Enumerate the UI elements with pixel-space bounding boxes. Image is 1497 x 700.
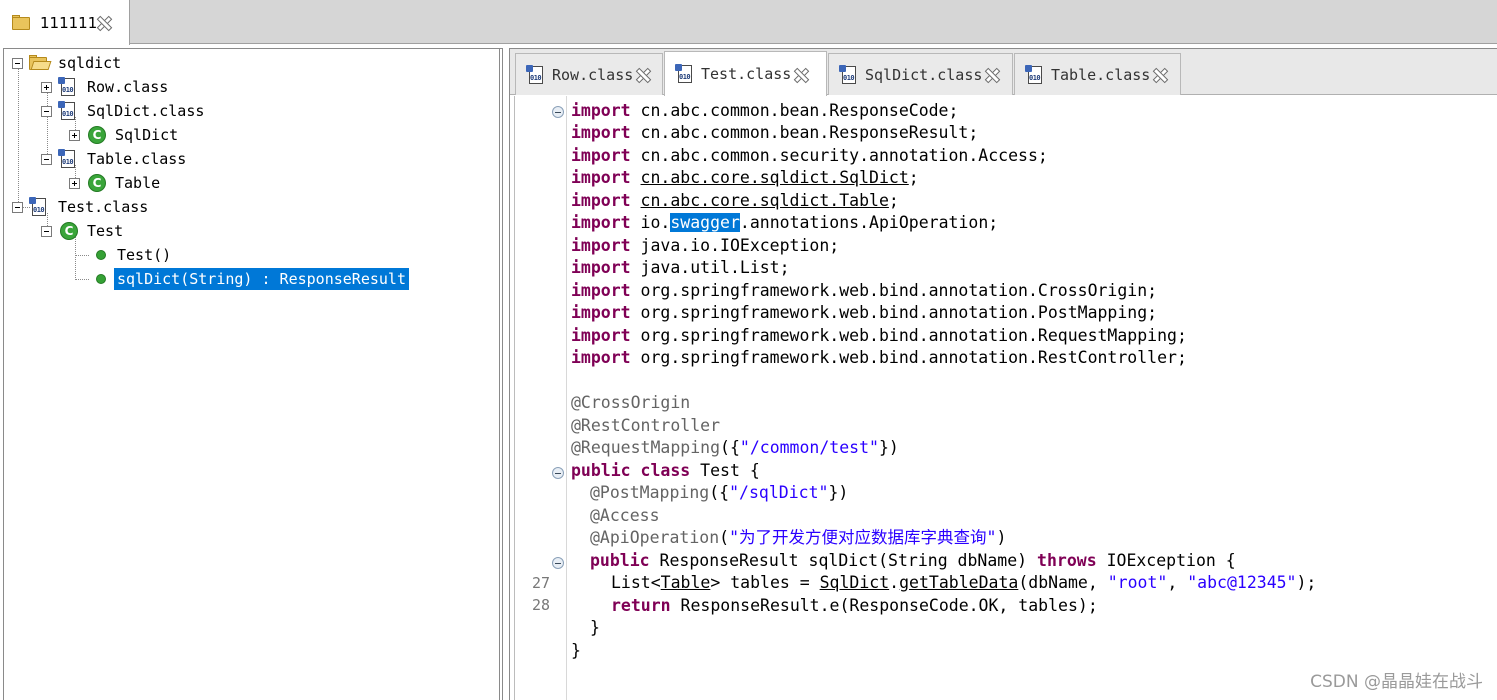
code-line: return ResponseResult.e(ResponseCode.OK,… bbox=[611, 596, 1098, 615]
code-line: } bbox=[571, 641, 581, 660]
class-file-icon: 010 bbox=[675, 64, 695, 84]
code-line: import cn.abc.common.security.annotation… bbox=[571, 146, 1048, 165]
collapse-icon[interactable] bbox=[41, 105, 52, 117]
tab-label: Test.class bbox=[701, 65, 792, 83]
tab-sqldict-class[interactable]: 010 SqlDict.class bbox=[828, 53, 1013, 95]
class-file-icon: 010 bbox=[1025, 64, 1045, 85]
code-line: public ResponseResult sqlDict(String dbN… bbox=[590, 551, 1236, 570]
code-line: import org.springframework.web.bind.anno… bbox=[571, 281, 1158, 300]
class-file-icon: 010 bbox=[29, 197, 49, 217]
code-line: @PostMapping({"/sqlDict"}) bbox=[590, 483, 849, 502]
class-icon: C bbox=[60, 222, 78, 240]
close-icon[interactable] bbox=[985, 68, 998, 81]
class-tree-panel: sqldict 010 Row.class 010 SqlDict.class … bbox=[3, 48, 503, 700]
collapse-icon[interactable] bbox=[41, 225, 52, 237]
close-icon[interactable] bbox=[794, 68, 807, 81]
tree-node-label: Table.class bbox=[87, 150, 187, 168]
tab-row-class[interactable]: 010 Row.class bbox=[515, 53, 663, 95]
code-line: import org.springframework.web.bind.anno… bbox=[571, 348, 1187, 367]
tab-test-class[interactable]: 010 Test.class bbox=[664, 51, 827, 96]
tree-node-sqldict-method[interactable]: sqlDict(String) : ResponseResult bbox=[92, 268, 409, 290]
code-line: } bbox=[590, 618, 600, 637]
tree-node-label: SqlDict.class bbox=[87, 102, 205, 120]
fold-icon[interactable] bbox=[552, 557, 564, 569]
close-icon[interactable] bbox=[636, 68, 649, 81]
code-line: @ApiOperation("为了开发方便对应数据库字典查询") bbox=[590, 528, 1007, 547]
class-icon: C bbox=[88, 174, 106, 192]
tab-111111[interactable]: 111111 bbox=[0, 0, 130, 45]
expand-icon[interactable] bbox=[69, 177, 80, 189]
expand-icon[interactable] bbox=[69, 129, 80, 141]
close-icon[interactable] bbox=[97, 16, 110, 29]
class-file-icon: 010 bbox=[839, 64, 859, 85]
open-folder-icon bbox=[29, 55, 52, 71]
tab-label: 111111 bbox=[40, 13, 98, 32]
tree-node-table-type[interactable]: C Table bbox=[69, 172, 163, 194]
collapse-icon[interactable] bbox=[12, 57, 23, 69]
code-line: import org.springframework.web.bind.anno… bbox=[571, 326, 1187, 345]
code-line: @RequestMapping({"/common/test"}) bbox=[571, 438, 899, 457]
code-line: import cn.abc.core.sqldict.SqlDict; bbox=[571, 168, 919, 187]
tree-node-table-class[interactable]: 010 Table.class bbox=[41, 148, 189, 170]
method-icon bbox=[96, 250, 106, 260]
folder-icon bbox=[12, 14, 32, 31]
code-line: import cn.abc.core.sqldict.Table; bbox=[571, 191, 899, 210]
code-line: public class Test { bbox=[571, 461, 760, 480]
code-line: import org.springframework.web.bind.anno… bbox=[571, 303, 1158, 322]
tree-node-label: Row.class bbox=[87, 78, 169, 96]
tree-node-label: Test() bbox=[117, 246, 172, 264]
class-file-icon: 010 bbox=[526, 64, 546, 85]
tree-node-constructor[interactable]: Test() bbox=[92, 244, 174, 266]
code-line: import cn.abc.common.bean.ResponseCode; bbox=[571, 101, 959, 120]
close-icon[interactable] bbox=[1153, 68, 1166, 81]
line-gutter: 27 28 bbox=[515, 96, 567, 700]
line-number: 28 bbox=[531, 596, 550, 614]
collapse-icon[interactable] bbox=[12, 201, 23, 213]
collapse-icon[interactable] bbox=[41, 153, 52, 165]
class-icon: C bbox=[88, 126, 106, 144]
tab-table-class[interactable]: 010 Table.class bbox=[1014, 53, 1181, 95]
tree-node-label: SqlDict bbox=[115, 126, 179, 144]
code-line: import io.swagger.annotations.ApiOperati… bbox=[571, 213, 999, 232]
tree-node-label: Table bbox=[115, 174, 161, 192]
tree-node-sqldict[interactable]: sqldict bbox=[12, 52, 124, 74]
fold-icon[interactable] bbox=[552, 106, 564, 118]
tree-node-test-type[interactable]: C Test bbox=[41, 220, 126, 242]
code-line: import java.util.List; bbox=[571, 258, 790, 277]
tree-node-sqldict-class[interactable]: 010 SqlDict.class bbox=[41, 100, 207, 122]
code-line: @CrossOrigin bbox=[571, 393, 691, 412]
expand-icon[interactable] bbox=[41, 81, 52, 93]
code-line: List<Table> tables = SqlDict.getTableDat… bbox=[611, 573, 1317, 592]
class-file-icon: 010 bbox=[58, 149, 78, 169]
method-icon bbox=[96, 274, 106, 284]
line-number: 27 bbox=[531, 574, 550, 592]
code-line: @RestController bbox=[571, 416, 721, 435]
code-line: import java.io.IOException; bbox=[571, 236, 840, 255]
tree-node-test-class[interactable]: 010 Test.class bbox=[12, 196, 151, 218]
code-line: @Access bbox=[590, 506, 660, 525]
tab-label: Table.class bbox=[1051, 65, 1151, 84]
tree-node-label: sqlDict(String) : ResponseResult bbox=[114, 268, 409, 290]
editor-tab-bar: 010 Row.class 010 Test.class 010 SqlDict… bbox=[510, 49, 1497, 96]
tree-node-label: sqldict bbox=[58, 54, 122, 72]
fold-icon[interactable] bbox=[552, 467, 564, 479]
tree-node-label: Test bbox=[87, 222, 124, 240]
tab-label: Row.class bbox=[552, 65, 634, 84]
class-file-icon: 010 bbox=[58, 77, 78, 97]
code-line: import cn.abc.common.bean.ResponseResult… bbox=[571, 123, 979, 142]
code-editor[interactable]: 27 28 import cn.abc.common.bean.Response… bbox=[514, 96, 1497, 700]
class-file-icon: 010 bbox=[58, 101, 78, 121]
top-tab-strip: 111111 bbox=[0, 0, 1497, 45]
tab-label: SqlDict.class bbox=[865, 65, 983, 84]
editor-panel: 010 Row.class 010 Test.class 010 SqlDict… bbox=[509, 48, 1497, 700]
tree-node-sqldict-type[interactable]: C SqlDict bbox=[69, 124, 181, 146]
tree-node-label: Test.class bbox=[58, 198, 149, 216]
tree-node-row-class[interactable]: 010 Row.class bbox=[41, 76, 171, 98]
watermark: CSDN @晶晶娃在战斗 bbox=[1310, 672, 1483, 692]
